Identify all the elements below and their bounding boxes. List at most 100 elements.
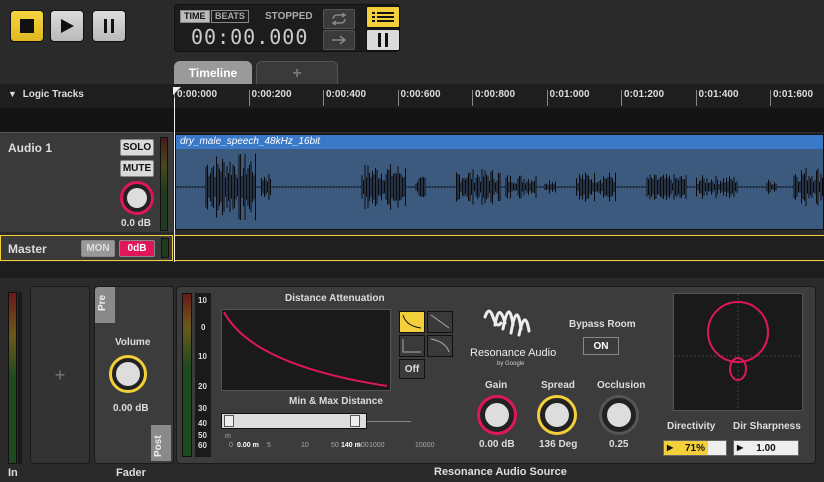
ruler-tick: 0:00:600 <box>397 90 441 106</box>
curve-custom-icon <box>430 338 450 353</box>
mute-button[interactable]: MUTE <box>120 160 154 177</box>
follow-button[interactable] <box>323 30 355 50</box>
distance-attenuation-label: Distance Attenuation <box>285 293 385 304</box>
directivity-field[interactable]: ▶ 71% <box>663 440 727 456</box>
ruler-tick: 0:01:400 <box>695 90 739 106</box>
triangle-down-icon: ▼ <box>8 89 17 99</box>
master-gain-field[interactable]: 0dB <box>119 240 155 257</box>
gain-knob[interactable] <box>477 395 517 435</box>
clip-name: dry_male_speech_48kHz_16bit <box>180 136 321 147</box>
timeline-empty-area <box>0 262 824 278</box>
playhead-line <box>174 98 175 266</box>
distance-tick: 10000 <box>415 442 435 449</box>
fader-panel: Pre Post Volume 0.00 dB <box>94 286 174 464</box>
curve-log-icon <box>402 314 422 329</box>
curve-custom-button[interactable] <box>427 335 453 357</box>
stop-button[interactable] <box>10 10 44 42</box>
volume-value: 0.00 dB <box>113 403 149 414</box>
master-track-header[interactable]: Master MON 0dB <box>0 235 173 261</box>
master-level-meter <box>161 238 169 258</box>
spread-value: 136 Deg <box>539 439 578 450</box>
arrow-right-icon <box>332 35 347 45</box>
curve-linear-button[interactable] <box>427 311 453 333</box>
split-icon <box>378 33 388 47</box>
master-name: Master <box>8 242 47 256</box>
dir-sharpness-field[interactable]: ▶ 1.00 <box>733 440 799 456</box>
meter-tick: 30 <box>198 404 207 413</box>
beats-mode-toggle[interactable]: BEATS <box>211 10 249 23</box>
play-button[interactable] <box>50 10 84 42</box>
ruler-tick: 0:01:000 <box>546 90 590 106</box>
attenuation-curve <box>223 311 388 387</box>
ruler-tick: 0:00:400 <box>323 90 366 106</box>
ruler-tick: 0:00:800 <box>472 90 515 106</box>
plugin-title: Resonance Audio Source <box>434 466 567 478</box>
directivity-pattern <box>674 294 802 410</box>
curve-step-button[interactable] <box>399 335 425 357</box>
attenuation-off-button[interactable]: Off <box>399 359 425 379</box>
meter-tick: 10 <box>198 352 207 361</box>
loop-button[interactable] <box>323 9 355 29</box>
directivity-pattern-display <box>673 293 803 411</box>
plugin-meter-scale: 10 0 10 20 30 40 50 60 <box>195 293 211 457</box>
track-gain-value: 0.0 dB <box>121 218 152 229</box>
volume-knob[interactable] <box>109 355 147 393</box>
distance-track-line <box>367 421 411 422</box>
occlusion-knob[interactable] <box>599 395 639 435</box>
occlusion-label: Occlusion <box>597 380 646 391</box>
min-distance-value: 0.00 m <box>237 442 259 449</box>
transport-status: STOPPED <box>265 11 313 22</box>
input-level-meter-right <box>18 292 22 464</box>
tab-timeline[interactable]: Timeline <box>174 61 252 85</box>
logic-tracks-header[interactable]: ▼ Logic Tracks <box>8 89 84 100</box>
time-mode-toggle[interactable]: TIME <box>180 10 210 23</box>
curve-step-icon <box>402 339 421 353</box>
distance-tick: 10 <box>301 442 309 449</box>
dir-sharpness-label: Dir Sharpness <box>733 421 801 432</box>
distance-unit: m <box>225 433 231 440</box>
distance-tick: 100 <box>357 442 369 449</box>
track-gain-knob[interactable] <box>120 181 154 215</box>
meter-tick: 0 <box>201 323 206 332</box>
play-small-icon: ▶ <box>667 443 674 452</box>
mixer-view-button[interactable] <box>366 29 400 51</box>
monitor-button[interactable]: MON <box>81 240 115 257</box>
directivity-label: Directivity <box>667 421 716 432</box>
brand-sub: by Google <box>497 361 525 367</box>
track-level-meter <box>160 137 168 231</box>
distance-tick: 1000 <box>369 442 385 449</box>
meter-tick: 20 <box>198 382 207 391</box>
audio-track-header[interactable]: Audio 1 SOLO MUTE 0.0 dB <box>0 132 173 232</box>
post-tab[interactable]: Post <box>151 425 171 461</box>
audio-clip[interactable]: dry_male_speech_48kHz_16bit <box>175 134 824 230</box>
curve-log-button[interactable] <box>399 311 425 333</box>
meter-tick: 50 <box>198 431 207 440</box>
track-spacer <box>0 108 824 132</box>
play-small-icon: ▶ <box>737 443 744 452</box>
min-distance-handle[interactable] <box>224 415 234 427</box>
ruler-tick: 0:01:600 <box>770 90 813 106</box>
bypass-room-label: Bypass Room <box>569 319 636 330</box>
list-view-button[interactable] <box>366 6 400 28</box>
max-distance-handle[interactable] <box>350 415 360 427</box>
pre-label: Pre <box>97 294 108 311</box>
solo-button[interactable]: SOLO <box>120 139 154 156</box>
ruler-tick: 0:00:200 <box>248 90 292 106</box>
distance-range-slider[interactable] <box>221 413 367 429</box>
directivity-value: 71% <box>684 442 705 454</box>
dir-sharpness-value: 1.00 <box>756 442 776 454</box>
spread-knob[interactable] <box>537 395 577 435</box>
volume-label: Volume <box>115 337 151 348</box>
occlusion-value: 0.25 <box>609 439 629 450</box>
pre-tab[interactable]: Pre <box>95 287 115 323</box>
add-insert-button[interactable]: + <box>31 287 89 463</box>
fader-label: Fader <box>116 467 146 479</box>
tracks-header-label: Logic Tracks <box>22 89 84 100</box>
gain-label: Gain <box>485 380 508 391</box>
in-label: In <box>8 467 18 479</box>
pause-button[interactable] <box>92 10 126 42</box>
tab-add[interactable]: + <box>256 61 338 85</box>
playhead-marker-icon <box>173 87 181 95</box>
bypass-room-toggle[interactable]: ON <box>583 337 619 355</box>
stop-icon <box>20 19 34 33</box>
